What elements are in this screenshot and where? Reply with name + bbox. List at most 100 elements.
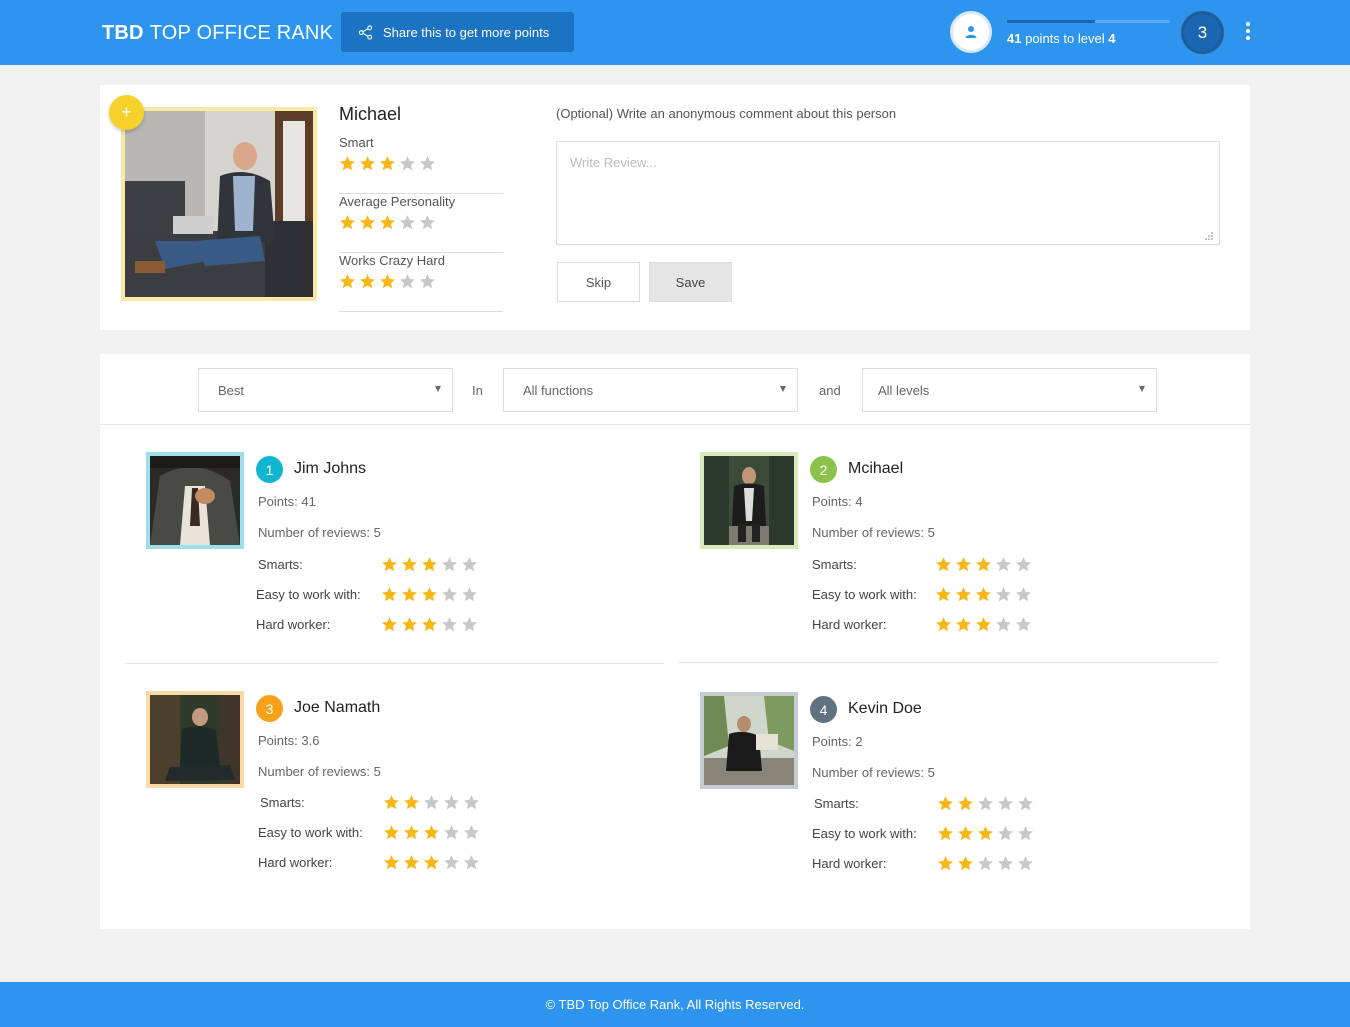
star-filled-icon <box>976 557 991 572</box>
rating-row: Hard worker: <box>812 855 1052 875</box>
share-button[interactable]: Share this to get more points <box>341 12 574 52</box>
star-empty-icon[interactable] <box>419 273 436 290</box>
filter-in-label: In <box>472 383 483 398</box>
leader-name[interactable]: Mcihael <box>848 460 903 478</box>
save-button[interactable]: Save <box>649 262 732 302</box>
rating-row: Easy to work with: <box>810 586 1050 606</box>
rating-label: Easy to work with: <box>812 587 917 602</box>
review-textarea[interactable] <box>556 141 1220 245</box>
star-empty-icon <box>1018 796 1033 811</box>
star-filled-icon[interactable] <box>339 214 356 231</box>
star-empty-icon[interactable] <box>399 214 416 231</box>
star-filled-icon <box>936 557 951 572</box>
star-empty-icon <box>1018 856 1033 871</box>
leader-entry[interactable]: 4 Kevin Doe Points: 2 Number of reviews:… <box>679 692 1219 902</box>
trait-rating[interactable] <box>339 155 436 172</box>
trait-rating[interactable] <box>339 214 436 231</box>
star-filled-icon[interactable] <box>339 155 356 172</box>
star-filled-icon <box>402 587 417 602</box>
star-filled-icon <box>384 855 399 870</box>
rating-row: Easy to work with: <box>812 825 1052 845</box>
rank-badge: 3 <box>256 695 283 722</box>
rating-label: Smarts: <box>258 557 303 572</box>
star-empty-icon <box>444 795 459 810</box>
star-rating <box>935 586 1032 603</box>
leader-photo <box>146 452 244 549</box>
trait-rating[interactable] <box>339 273 436 290</box>
star-filled-icon <box>936 587 951 602</box>
footer: © TBD Top Office Rank, All Rights Reserv… <box>0 982 1350 1027</box>
leaderboard-card: Best In All functions and All levels 1 J… <box>100 354 1250 929</box>
star-empty-icon <box>444 855 459 870</box>
user-icon <box>965 26 977 38</box>
trait-personality: Average Personality <box>339 194 503 253</box>
current-level-badge[interactable]: 3 <box>1181 11 1224 54</box>
leader-entry[interactable]: 1 Jim Johns Points: 41 Number of reviews… <box>125 452 665 662</box>
rating-row: Smarts: <box>810 556 1050 576</box>
star-empty-icon <box>978 856 993 871</box>
star-empty-icon <box>442 587 457 602</box>
leader-points: Points: 41 <box>258 494 316 509</box>
user-avatar[interactable] <box>950 11 992 53</box>
star-filled-icon <box>422 587 437 602</box>
star-filled-icon <box>402 617 417 632</box>
star-empty-icon <box>996 587 1011 602</box>
rating-label: Easy to work with: <box>812 826 917 841</box>
next-level: 4 <box>1108 31 1116 46</box>
star-empty-icon <box>444 825 459 840</box>
star-filled-icon[interactable] <box>359 214 376 231</box>
star-empty-icon <box>978 796 993 811</box>
level-value: All levels <box>878 382 930 398</box>
sort-select[interactable]: Best <box>198 368 453 412</box>
star-empty-icon <box>424 795 439 810</box>
star-empty-icon[interactable] <box>419 214 436 231</box>
star-filled-icon[interactable] <box>339 273 356 290</box>
rating-row: Easy to work with: <box>258 824 498 844</box>
skip-button[interactable]: Skip <box>557 262 640 302</box>
star-empty-icon[interactable] <box>419 155 436 172</box>
star-filled-icon <box>404 825 419 840</box>
star-empty-icon[interactable] <box>399 273 416 290</box>
star-rating <box>937 825 1034 842</box>
level-select[interactable]: All levels <box>862 368 1157 412</box>
star-filled-icon[interactable] <box>379 214 396 231</box>
star-empty-icon <box>462 557 477 572</box>
function-select[interactable]: All functions <box>503 368 798 412</box>
points-value: 41 <box>1007 31 1022 46</box>
leader-image <box>704 696 794 785</box>
star-filled-icon <box>938 826 953 841</box>
star-empty-icon <box>442 617 457 632</box>
leader-name[interactable]: Kevin Doe <box>848 700 922 718</box>
more-menu-icon[interactable] <box>1240 22 1256 44</box>
resize-handle-icon[interactable] <box>1205 232 1213 240</box>
star-filled-icon[interactable] <box>379 155 396 172</box>
star-empty-icon <box>462 617 477 632</box>
star-empty-icon[interactable] <box>399 155 416 172</box>
plus-icon[interactable]: + <box>109 95 144 130</box>
star-filled-icon <box>936 617 951 632</box>
leader-name[interactable]: Jim Johns <box>294 460 366 478</box>
leader-entry[interactable]: 3 Joe Namath Points: 3.6 Number of revie… <box>125 691 665 901</box>
star-filled-icon[interactable] <box>359 273 376 290</box>
rating-label: Smarts: <box>812 557 857 572</box>
entry-divider <box>679 662 1219 663</box>
function-value: All functions <box>523 382 594 398</box>
top-header: TBD TOP OFFICE RANK Share this to get mor… <box>0 0 1350 65</box>
leader-entry[interactable]: 2 Mcihael Points: 4 Number of reviews: 5… <box>679 452 1219 662</box>
star-filled-icon <box>404 855 419 870</box>
star-filled-icon[interactable] <box>379 273 396 290</box>
leader-reviews: Number of reviews: 5 <box>258 764 381 779</box>
dropdown-caret-icon <box>435 386 441 392</box>
profile-photo <box>121 107 317 301</box>
star-filled-icon <box>404 795 419 810</box>
star-filled-icon <box>958 796 973 811</box>
share-label: Share this to get more points <box>383 24 550 40</box>
level-progress-fill <box>1007 20 1096 23</box>
star-filled-icon[interactable] <box>359 155 376 172</box>
brand-logo[interactable]: TBD TOP OFFICE RANK <box>102 22 333 45</box>
rating-label: Hard worker: <box>812 617 887 632</box>
star-empty-icon <box>998 796 1013 811</box>
rating-label: Easy to work with: <box>256 587 361 602</box>
level-progress-bar <box>1007 20 1170 23</box>
leader-name[interactable]: Joe Namath <box>294 699 380 717</box>
